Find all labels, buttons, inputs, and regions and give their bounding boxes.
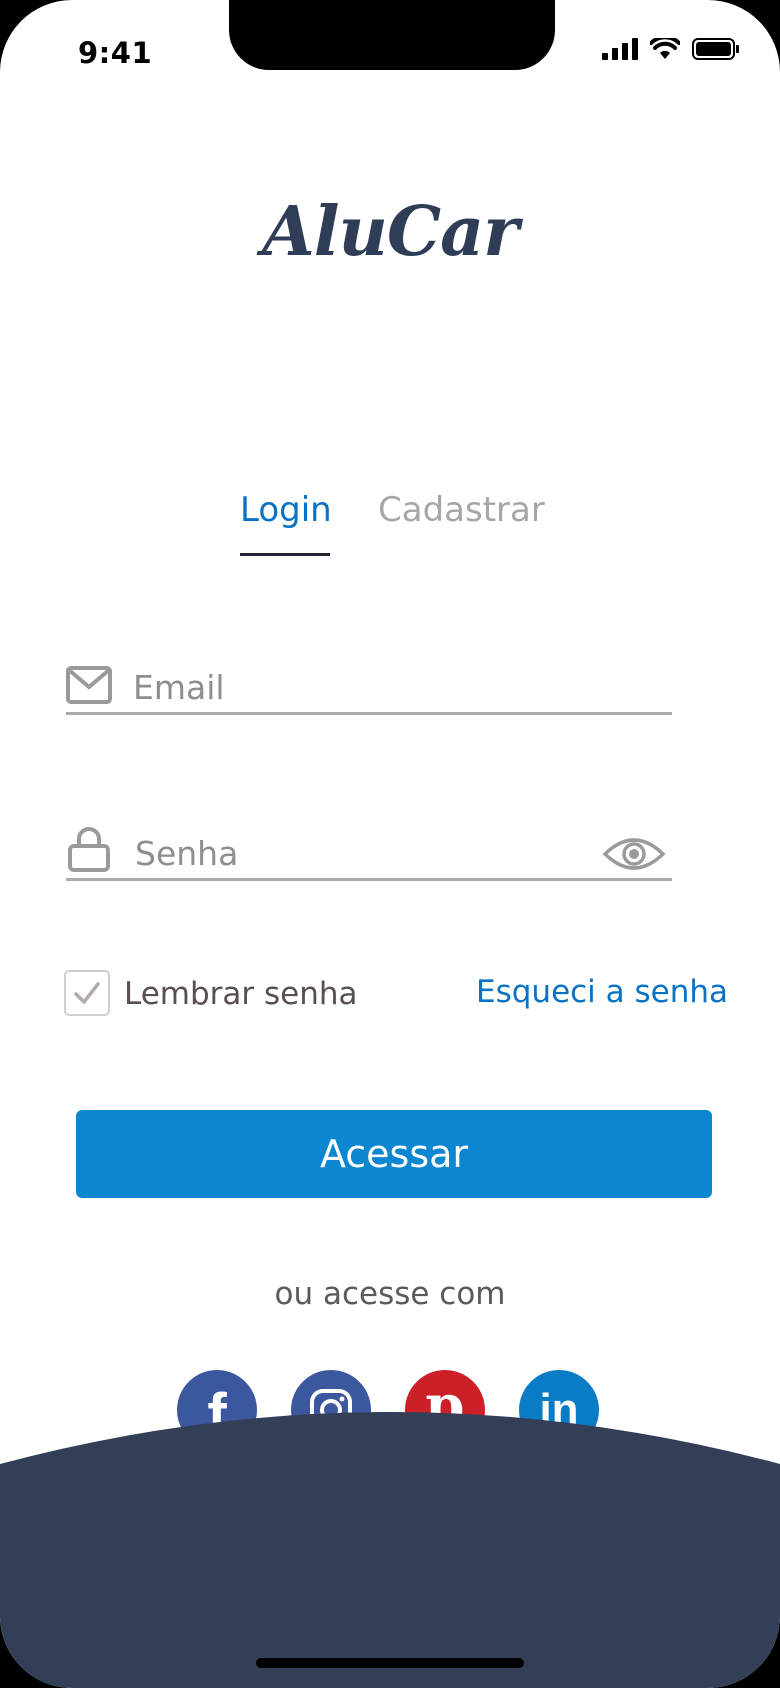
eye-icon[interactable] <box>602 834 666 874</box>
notch <box>229 0 555 70</box>
login-button[interactable]: Acessar <box>76 1110 712 1198</box>
lock-icon <box>68 827 110 872</box>
social-login-label: ou acesse com <box>274 1276 506 1312</box>
app-logo: AluCar <box>261 192 519 272</box>
remember-checkbox[interactable] <box>64 970 110 1016</box>
footer-wave <box>0 1412 780 1688</box>
email-field[interactable]: Email <box>133 668 225 707</box>
email-underline <box>66 712 672 715</box>
remember-label: Lembrar senha <box>124 976 358 1012</box>
tab-login[interactable]: Login <box>240 490 332 530</box>
password-field[interactable]: Senha <box>135 834 238 873</box>
phone-screen: 9:41 AluCar Login Cadastrar Email Senha … <box>0 0 780 1688</box>
battery-icon <box>692 38 739 60</box>
checkmark-icon <box>74 982 100 1004</box>
envelope-icon <box>66 666 112 704</box>
tab-cadastrar[interactable]: Cadastrar <box>378 490 545 530</box>
active-tab-indicator <box>240 553 330 556</box>
home-indicator <box>256 1658 524 1668</box>
wifi-icon <box>650 38 680 59</box>
password-underline <box>66 878 672 881</box>
status-time: 9:41 <box>78 36 153 70</box>
forgot-password-link[interactable]: Esqueci a senha <box>476 974 728 1010</box>
cellular-signal-icon <box>602 38 638 60</box>
status-icons <box>602 38 740 60</box>
